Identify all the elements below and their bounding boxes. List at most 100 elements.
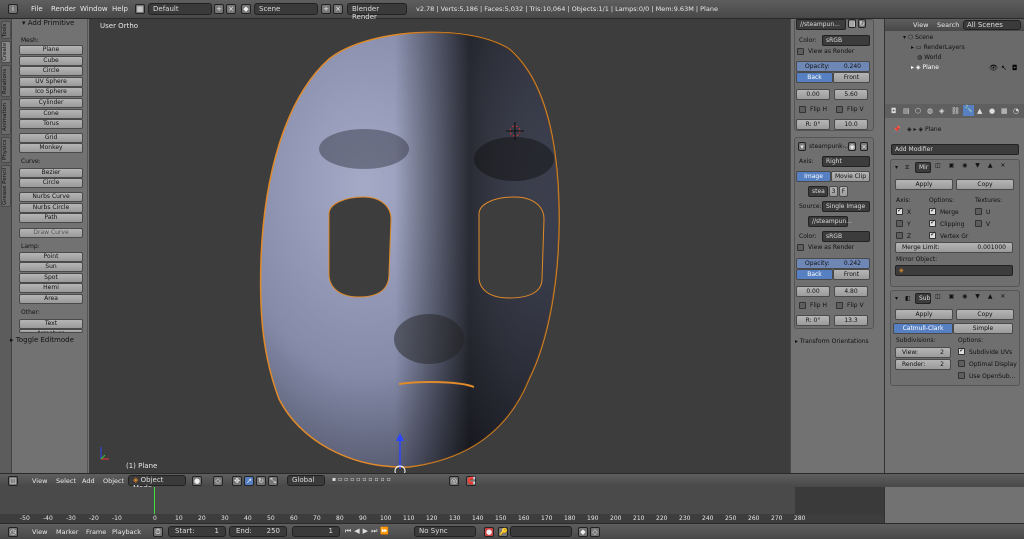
constraints-tab-icon[interactable]: ⛓: [951, 107, 960, 115]
render-camera-icon[interactable]: ◘: [1012, 64, 1018, 72]
keying-set-icon[interactable]: 🔑: [498, 527, 508, 537]
catmull-clark-button[interactable]: Catmull-Clark: [893, 323, 953, 334]
editor-type-icon[interactable]: ◫: [8, 476, 18, 486]
color-space-1[interactable]: sRGB: [822, 35, 870, 46]
add-scene-icon[interactable]: +: [321, 4, 331, 14]
size-2-field[interactable]: 13.3: [834, 315, 868, 326]
menu-file[interactable]: File: [31, 5, 43, 13]
tab-grease-pencil[interactable]: Grease Pencil: [1, 165, 11, 207]
visibility-icon[interactable]: ◉: [848, 142, 856, 151]
add-grid-button[interactable]: Grid: [19, 133, 83, 143]
tab-tools[interactable]: Tools: [1, 21, 11, 39]
menu-help[interactable]: Help: [112, 5, 128, 13]
insert-keyframe-icon[interactable]: ◆: [578, 527, 588, 537]
add-monkey-button[interactable]: Monkey: [19, 143, 83, 153]
tab-animation[interactable]: Animation: [1, 99, 11, 135]
scene-icon[interactable]: ◆: [241, 4, 251, 14]
physics-tab-icon[interactable]: ◔: [1013, 107, 1019, 115]
outliner-menu-search[interactable]: Search: [937, 21, 959, 29]
add-sun-lamp-button[interactable]: Sun: [19, 262, 83, 272]
menu-render[interactable]: Render: [51, 5, 76, 13]
add-spot-lamp-button[interactable]: Spot: [19, 273, 83, 283]
translate-manipulator-icon[interactable]: ↗: [244, 476, 254, 486]
mirror-apply-button[interactable]: Apply: [895, 179, 953, 190]
flip-v-1-checkbox[interactable]: [836, 106, 843, 113]
add-ico-sphere-button[interactable]: Ico Sphere: [19, 87, 83, 97]
mirror-display-toggles[interactable]: ◫ ▣ ◉ ▼ ▲ ✕: [935, 162, 1017, 173]
flip-h-2-checkbox[interactable]: [799, 302, 806, 309]
source-selector[interactable]: Single Image: [822, 201, 870, 212]
scene-tab-icon[interactable]: ⬡: [915, 107, 921, 115]
texture-u-checkbox[interactable]: [975, 208, 982, 215]
flip-h-1-checkbox[interactable]: [799, 106, 806, 113]
add-area-lamp-button[interactable]: Area: [19, 294, 83, 304]
3d-viewport[interactable]: [89, 19, 790, 477]
axis-z-checkbox[interactable]: [896, 232, 903, 239]
offset-y-1-field[interactable]: 5.60: [834, 89, 868, 100]
add-nurbs-curve-button[interactable]: Nurbs Curve: [19, 192, 83, 202]
add-cube-button[interactable]: Cube: [19, 56, 83, 66]
axis-selector[interactable]: Right: [822, 156, 870, 167]
add-cone-button[interactable]: Cone: [19, 109, 83, 119]
tab-relations[interactable]: Relations: [1, 65, 11, 97]
tl-menu-view[interactable]: View: [32, 528, 47, 536]
bg-image-2-path[interactable]: //steampun...: [808, 216, 852, 227]
current-frame-field[interactable]: 1: [292, 526, 340, 537]
add-point-lamp-button[interactable]: Point: [19, 252, 83, 262]
remove-icon[interactable]: ×: [860, 142, 868, 151]
image-datablock[interactable]: stea: [808, 186, 828, 197]
rotation-2-field[interactable]: R: 0°: [796, 315, 830, 326]
mask-mesh[interactable]: [259, 31, 560, 468]
data-tab-icon[interactable]: ▲: [977, 107, 982, 115]
merge-limit-field[interactable]: Merge Limit: 0.001000: [895, 242, 1013, 253]
keying-set-field[interactable]: [510, 526, 572, 537]
world-tab-icon[interactable]: ◍: [927, 107, 933, 115]
opacity-2-slider[interactable]: Opacity: 0.242: [796, 258, 870, 269]
layout-icon[interactable]: ▦: [135, 4, 145, 14]
subsurf-copy-button[interactable]: Copy: [956, 309, 1014, 320]
view-as-render-2-checkbox[interactable]: [797, 244, 804, 251]
auto-keying-icon[interactable]: ●: [484, 527, 494, 537]
transform-orientation-selector[interactable]: Global: [287, 475, 325, 486]
add-nurbs-circle-button[interactable]: Nurbs Circle: [19, 203, 83, 213]
tab-movie-clip[interactable]: Movie Clip: [831, 171, 870, 182]
vp-menu-add[interactable]: Add: [82, 477, 95, 485]
outliner-item-world[interactable]: ◍ World: [917, 54, 941, 61]
vp-menu-view[interactable]: View: [32, 477, 47, 485]
rotate-manipulator-icon[interactable]: ↻: [256, 476, 266, 486]
flip-v-2-checkbox[interactable]: [836, 302, 843, 309]
start-frame-field[interactable]: Start: 1: [168, 526, 226, 537]
render-engine-selector[interactable]: Blender Render: [347, 3, 407, 21]
reload-icon[interactable]: ↻: [858, 19, 866, 28]
axis-y-checkbox[interactable]: [896, 220, 903, 227]
back-2-button[interactable]: Back: [796, 269, 833, 280]
selectable-cursor-icon[interactable]: ↖: [1001, 64, 1007, 72]
axis-x-checkbox[interactable]: [896, 206, 903, 215]
material-tab-icon[interactable]: ●: [989, 107, 995, 115]
subdivide-uvs-checkbox[interactable]: [958, 346, 965, 355]
scene-selector[interactable]: Scene: [254, 3, 318, 15]
opacity-1-slider[interactable]: Opacity: 0.240: [796, 61, 870, 72]
clipping-checkbox[interactable]: [929, 218, 936, 227]
color-space-2[interactable]: sRGB: [822, 231, 870, 242]
vp-menu-select[interactable]: Select: [56, 477, 76, 485]
close-layout-icon[interactable]: ×: [226, 4, 236, 14]
file-browse-icon[interactable]: ▤: [848, 19, 856, 28]
view-levels-field[interactable]: View: 2: [895, 347, 951, 358]
pivot-point-icon[interactable]: ◇: [213, 476, 223, 486]
subsurf-display-toggles[interactable]: ◫ ▣ ◉ ▼ ▲ ✕: [935, 293, 1017, 304]
transform-orientations-header[interactable]: ▸ Transform Orientations: [795, 338, 869, 345]
image-users[interactable]: 3: [829, 186, 838, 197]
front-1-button[interactable]: Front: [833, 72, 870, 83]
texture-tab-icon[interactable]: ▦: [1001, 107, 1008, 115]
subsurf-collapse-icon[interactable]: ▾: [895, 295, 898, 302]
render-levels-field[interactable]: Render: 2: [895, 359, 951, 370]
offset-y-2-field[interactable]: 4.80: [834, 286, 868, 297]
layout-selector[interactable]: Default: [148, 3, 212, 15]
add-path-button[interactable]: Path: [19, 213, 83, 223]
interaction-mode-selector[interactable]: ◈ Object Mode: [128, 475, 186, 492]
close-scene-icon[interactable]: ×: [333, 4, 343, 14]
object-tab-icon[interactable]: ◈: [939, 107, 944, 115]
mirror-object-field[interactable]: ◈: [895, 265, 1013, 276]
outliner-menu-view[interactable]: View: [913, 21, 928, 29]
